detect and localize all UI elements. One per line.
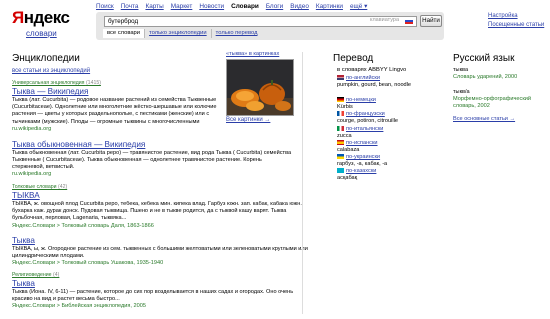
nav-images[interactable]: Картинки (316, 3, 343, 11)
spain-flag-icon (337, 140, 344, 146)
top-navigation: Поиск Почта Карты Маркет Новости Словари… (96, 3, 367, 11)
lang-link-ukrainian[interactable]: по-украински (346, 154, 380, 160)
nav-more[interactable]: ещё ▾ (350, 3, 367, 11)
result-title-link[interactable]: Тыква обыкновенная — Википедия (12, 140, 330, 150)
result-snippet: Тыква обыкновенная (лат. Cucurbita pepo)… (12, 149, 292, 171)
search-scope-tabs: все словари только энциклопедии только п… (103, 29, 261, 38)
result-title-link[interactable]: Тыква (12, 236, 330, 246)
result-item: Тыква обыкновенная — Википедия Тыква обы… (12, 139, 330, 178)
result-item: Религиоведение (4) Тыква Тыква (Иона. IV… (12, 272, 330, 310)
result-url: Яндекс.Словари > Библейская энциклопедия… (12, 303, 146, 310)
translation-kk: по-казахски асқабақ (337, 168, 437, 182)
nav-dictionaries-current: Словари (231, 3, 259, 10)
translation-heading: Перевод (333, 53, 374, 64)
result-item: Тыква ТЫКВА, ы, ж. Огородное растение из… (12, 235, 330, 267)
translation-en: по-английски pumpkin, gourd, bean, noodl… (337, 75, 437, 89)
result-url: ru.wikipedia.org (12, 171, 52, 178)
service-name-link[interactable]: словари (26, 29, 57, 39)
russian-language-heading: Русский язык (453, 53, 515, 64)
column-divider (302, 52, 303, 314)
lang-link-kazakh[interactable]: по-казахски (346, 168, 376, 174)
russian-entry: тыква Словарь ударений, 2000 (453, 67, 517, 81)
translation-words: zucca (337, 133, 352, 139)
translation-de: по-немецки Kürbis (337, 97, 437, 111)
nav-market[interactable]: Маркет (171, 3, 193, 11)
visited-articles-link[interactable]: Посещенные статьи (488, 21, 544, 30)
russian-entry: тыкв/а Морфемно-орфографический словарь,… (453, 89, 543, 110)
russian-flag-icon[interactable] (405, 18, 413, 24)
ukraine-flag-icon (337, 154, 344, 160)
find-button[interactable]: Найти (420, 15, 442, 27)
france-flag-icon (337, 111, 344, 117)
result-source[interactable]: Религиоведение (4) (12, 272, 330, 278)
encyclopedias-heading: Энциклопедии (12, 53, 80, 64)
russian-source: Морфемно-орфографический словарь, 2002 (453, 96, 532, 109)
yandex-logo[interactable]: Яндекс (12, 8, 70, 28)
uk-flag-icon (337, 75, 344, 81)
lang-link-french[interactable]: по-французски (346, 111, 385, 117)
lang-link-italian[interactable]: по-итальянски (346, 126, 383, 132)
translation-words: Kürbis (337, 104, 353, 110)
all-russian-articles-link[interactable]: Все основные статьи → (453, 116, 515, 123)
translation-it: по-итальянски zucca (337, 126, 437, 140)
russian-word: тыква (453, 67, 469, 73)
nav-maps[interactable]: Карты (145, 3, 163, 11)
result-snippet: Тыква (лат. Cucurbita) — родовое названи… (12, 97, 217, 126)
germany-flag-icon (337, 97, 344, 103)
settings-link[interactable]: Настройка (488, 12, 544, 21)
lang-link-german[interactable]: по-немецки (346, 97, 376, 103)
translation-words: гарбуз, -а, кабак, -а (337, 161, 388, 167)
translation-source: в словарях ABBYY Lingvo (337, 67, 407, 73)
pictures-caption-link[interactable]: «тыква» в картинках (226, 51, 279, 58)
result-snippet: ТЫКВА, ы, ж. Огородное растение из сем. … (12, 245, 308, 260)
translation-es: по-испански calabaza (337, 140, 437, 154)
result-url: ru.wikipedia.org (12, 126, 52, 133)
result-url: Яндекс.Словари > Толковый словарь Ушаков… (12, 260, 164, 267)
nav-blogs[interactable]: Блоги (266, 3, 283, 11)
russian-word: тыкв/а (453, 89, 470, 95)
russian-source: Словарь ударений, 2000 (453, 74, 518, 80)
translation-words: pumpkin, gourd, bean, noodle (337, 82, 412, 88)
all-pictures-link[interactable]: Все картинки → (226, 117, 270, 124)
nav-search[interactable]: Поиск (96, 3, 114, 11)
nav-video[interactable]: Видео (290, 3, 309, 11)
result-title-link[interactable]: ТЫКВА (12, 191, 330, 201)
result-title-link[interactable]: Тыква (12, 279, 330, 289)
result-snippet: ТЫКВА, ж. овощной плод Cucurbita pepo, т… (12, 201, 302, 222)
result-source[interactable]: Толковые словари (42) (12, 184, 330, 190)
italy-flag-icon (337, 126, 344, 132)
result-url: Яндекс.Словари > Толковый словарь Даля, … (12, 223, 154, 230)
tab-all-dictionaries[interactable]: все словари (103, 29, 146, 38)
user-links: Настройка Посещенные статьи (488, 12, 544, 30)
translation-words: calabaza (337, 147, 360, 153)
translation-words: асқабақ (337, 175, 358, 181)
nav-mail[interactable]: Почта (121, 3, 139, 11)
tab-translation-only[interactable]: только перевод (212, 29, 262, 38)
pumpkin-image[interactable] (226, 59, 294, 116)
translation-uk: по-украински гарбуз, -а, кабак, -а (337, 154, 437, 168)
translation-fr: по-французски courge, potiron, citrouill… (337, 111, 437, 125)
tab-encyclopedias-only[interactable]: только энциклопедии (145, 29, 212, 38)
result-item: Толковые словари (42) ТЫКВА ТЫКВА, ж. ов… (12, 184, 330, 230)
nav-news[interactable]: Новости (199, 3, 224, 11)
result-snippet: Тыква (Иона. IV, 6-11) — растение, котор… (12, 289, 294, 303)
all-encyclopedia-articles-link[interactable]: все статьи из энциклопедий (12, 68, 90, 75)
keyboard-toggle[interactable]: клавиатура (370, 17, 399, 24)
kazakhstan-flag-icon (337, 168, 344, 174)
lang-link-english[interactable]: по-английски (346, 75, 380, 81)
translation-words: courge, potiron, citrouille (337, 118, 398, 124)
lang-link-spanish[interactable]: по-испански (346, 140, 378, 146)
